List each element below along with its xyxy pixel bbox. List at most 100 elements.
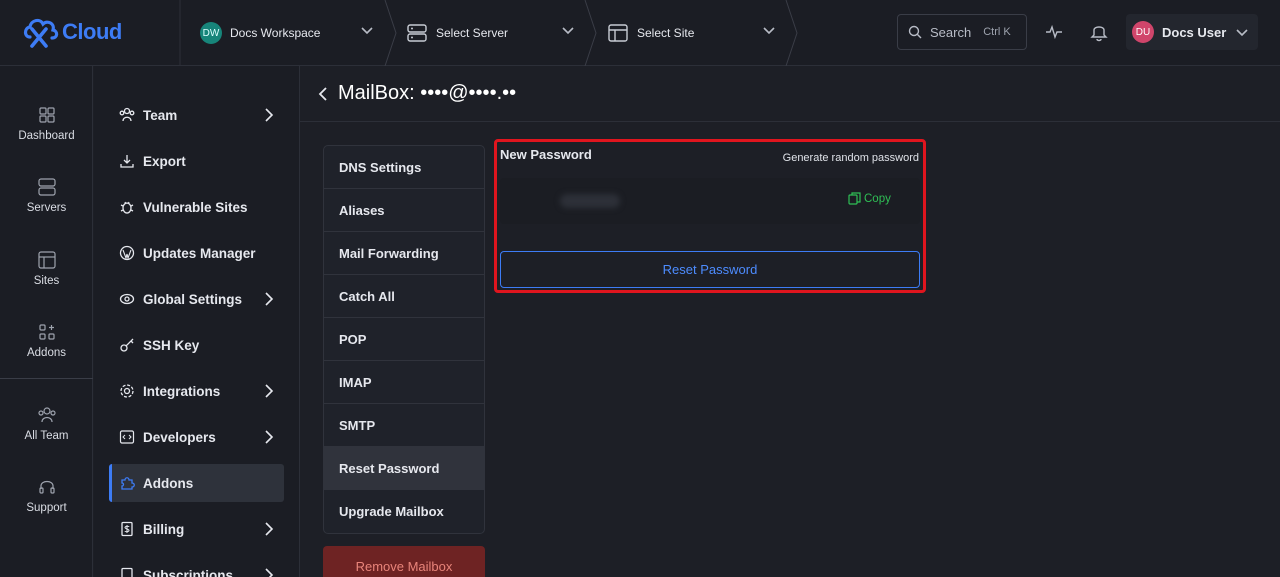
addons-icon [38,324,55,340]
menu-item-integrations[interactable]: Integrations [109,372,284,410]
dashboard-icon [38,107,55,123]
menu-item-label: Updates Manager [143,245,256,261]
back-arrow-icon[interactable] [318,86,328,101]
search-box[interactable]: Search Ctrl K [897,14,1027,50]
subscriptions-icon [121,567,133,577]
menu-item-global-settings[interactable]: Global Settings [109,280,284,318]
page-header: MailBox: ••••@••••.•• [300,66,1280,122]
rail-item-servers[interactable]: Servers [0,178,93,214]
rail-item-sites[interactable]: Sites [0,251,93,287]
server-selector[interactable]: Select Server [407,0,508,66]
team-icon [37,407,56,423]
menu-item-label: Integrations [143,383,221,399]
chevron-right-icon [265,430,274,444]
menu-item-label: SSH Key [143,337,200,353]
logo[interactable]: Cloud [22,14,122,50]
password-field[interactable]: Copy [500,178,920,224]
user-name: Docs User [1162,24,1227,40]
new-password-label: New Password [500,147,592,162]
mailbox-submenu: DNS Settings Aliases Mail Forwarding Cat… [323,145,485,534]
page-title: MailBox: ••••@••••.•• [338,82,517,104]
menu-item-label: Global Settings [143,291,243,307]
menu-item-developers[interactable]: Developers [109,418,284,456]
submenu-item-pop[interactable]: POP [324,318,484,361]
server-icon [407,24,427,42]
rail-label: Sites [33,275,60,287]
site-label: Select Site [637,26,695,40]
wordpress-icon [119,245,135,261]
cloud-logo-icon [23,18,59,48]
menu-item-ssh-key[interactable]: SSH Key [109,326,284,364]
chevron-down-icon[interactable] [763,24,775,38]
chevron-down-icon [1236,29,1248,37]
server-label: Select Server [436,26,509,40]
rail-divider [0,378,93,379]
rail-label: Support [26,502,67,514]
menu-item-export[interactable]: Export [109,142,284,180]
submenu-item-reset-password[interactable]: Reset Password [324,447,484,490]
brand-name: Cloud [62,19,122,44]
bell-icon[interactable] [1090,22,1108,42]
copy-icon [848,192,861,205]
site-icon [608,24,628,42]
rail-label: Dashboard [18,130,75,142]
submenu-item-upgrade-mailbox[interactable]: Upgrade Mailbox [324,490,484,533]
breadcrumb-arrow-separator [384,0,397,66]
rail-item-all-team[interactable]: All Team [0,406,93,442]
chevron-right-icon [265,292,274,306]
submenu-item-dns-settings[interactable]: DNS Settings [324,146,484,189]
menu-item-label: Subscriptions [143,567,234,577]
copy-button[interactable]: Copy [848,192,891,205]
menu-item-label: Addons [143,475,194,491]
search-shortcut: Ctrl K [983,26,1011,38]
rail-item-support[interactable]: Support [0,478,93,514]
key-icon [120,338,134,352]
menu-item-addons[interactable]: Addons [109,464,284,502]
globe-icon [119,293,135,305]
search-icon [908,25,922,39]
export-icon [120,155,134,168]
search-label: Search [930,24,972,40]
icon-rail: Dashboard Servers Sites Addons All Team … [0,66,93,577]
rail-label: Addons [26,347,66,359]
top-bar: Cloud DW Docs Workspace Select Server Se… [0,0,1280,66]
menu-item-label: Export [143,153,186,169]
code-icon [119,430,135,444]
menu-item-team[interactable]: Team [109,96,284,134]
site-selector[interactable]: Select Site [608,0,694,66]
rail-item-dashboard[interactable]: Dashboard [0,106,93,142]
copy-label: Copy [864,192,891,205]
activity-icon[interactable] [1045,22,1063,42]
rail-item-addons[interactable]: Addons [0,323,93,359]
gear-icon [120,384,134,398]
workspace-label: Docs Workspace [230,26,321,40]
chevron-right-icon [265,568,274,577]
chevron-down-icon[interactable] [361,24,373,38]
submenu-item-catch-all[interactable]: Catch All [324,275,484,318]
sites-icon [37,251,56,269]
avatar: DU [1132,21,1154,43]
team-icon [119,107,135,122]
settings-menu: Team Export Vulnerable Sites Updates Man… [94,66,300,577]
submenu-item-imap[interactable]: IMAP [324,361,484,404]
breadcrumb-arrow-separator [785,0,798,66]
submenu-item-smtp[interactable]: SMTP [324,404,484,447]
reset-password-button[interactable]: Reset Password [500,251,920,288]
chevron-down-icon[interactable] [562,24,574,38]
submenu-item-aliases[interactable]: Aliases [324,189,484,232]
menu-item-label: Team [143,107,178,123]
menu-item-label: Vulnerable Sites [143,199,248,215]
menu-item-updates-manager[interactable]: Updates Manager [109,234,284,272]
headset-icon [38,480,55,494]
workspace-selector[interactable]: DW Docs Workspace [200,0,320,66]
remove-mailbox-button[interactable]: Remove Mailbox [323,546,485,577]
submenu-item-mail-forwarding[interactable]: Mail Forwarding [324,232,484,275]
menu-item-billing[interactable]: Billing [109,510,284,548]
menu-item-subscriptions[interactable]: Subscriptions [109,556,284,577]
chevron-right-icon [265,384,274,398]
billing-icon [121,521,133,537]
user-menu[interactable]: DU Docs User [1126,14,1258,50]
rail-label: All Team [24,430,69,442]
generate-password-link[interactable]: Generate random password [783,152,919,164]
menu-item-vulnerable-sites[interactable]: Vulnerable Sites [109,188,284,226]
